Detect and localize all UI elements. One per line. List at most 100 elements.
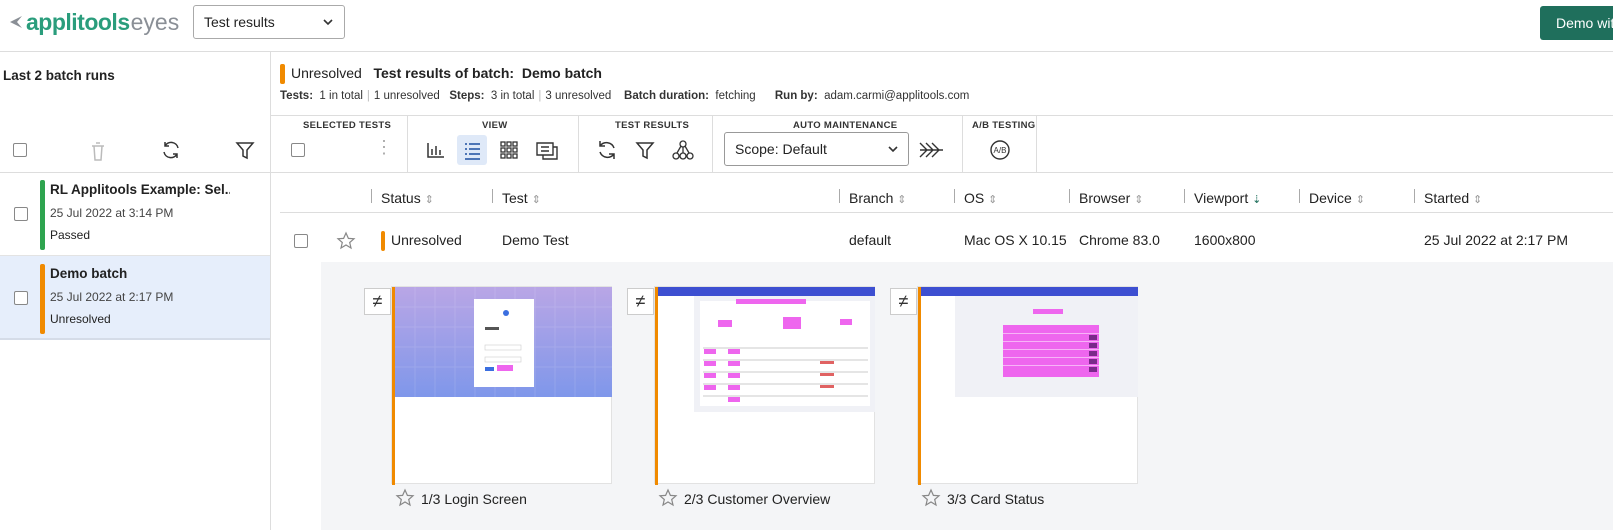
logo-icon (10, 16, 22, 28)
star-icon[interactable] (395, 488, 415, 508)
filter-icon[interactable] (234, 139, 256, 161)
column-os[interactable]: OS ⇕ (964, 190, 997, 206)
star-icon[interactable] (336, 231, 356, 251)
row-started: 25 Jul 2022 at 2:17 PM (1424, 232, 1568, 248)
batch-date: 25 Jul 2022 at 3:14 PM (50, 206, 174, 220)
logo-primary-text: applitools (26, 8, 130, 35)
batch-status: Unresolved (50, 312, 111, 326)
filter-results-icon[interactable] (630, 135, 660, 165)
column-status[interactable]: Status ⇕ (381, 190, 434, 206)
batch-name: Demo batch (50, 266, 128, 281)
row-browser: Chrome 83.0 (1079, 232, 1160, 248)
column-test[interactable]: Test ⇕ (502, 190, 541, 206)
more-options-icon[interactable]: ⋮ (375, 137, 393, 158)
grid-view-icon[interactable] (494, 135, 524, 165)
duration-label: Batch duration: (624, 90, 710, 102)
bar-chart-view-icon[interactable] (421, 135, 451, 165)
step-caption[interactable]: 2/3 Customer Overview (684, 491, 830, 507)
tests-label: Tests: (280, 90, 314, 102)
steps-unresolved: 3 unresolved (545, 90, 612, 102)
select-all-batches-checkbox[interactable] (13, 143, 27, 157)
column-started[interactable]: Started ⇕ (1424, 190, 1482, 206)
view-dropdown-value: Test results (204, 14, 275, 30)
batch-status-bar (40, 264, 45, 334)
auto-maintenance-icon[interactable] (916, 135, 946, 165)
diff-badge: ≠ (364, 288, 391, 315)
select-all-tests-checkbox[interactable] (291, 143, 305, 157)
batch-date: 25 Jul 2022 at 2:17 PM (50, 290, 174, 304)
step-caption[interactable]: 3/3 Card Status (947, 491, 1044, 507)
row-checkbox[interactable] (294, 234, 308, 248)
batch-item[interactable]: RL Applitools Example: Sel... 25 Jul 202… (0, 172, 270, 256)
diff-badge: ≠ (890, 288, 917, 315)
sort-icon: ⇕ (1473, 194, 1483, 206)
test-results-label: TEST RESULTS (615, 120, 690, 131)
chevron-down-icon (888, 146, 898, 153)
ab-testing-icon[interactable]: A/B (985, 135, 1015, 165)
run-by-label: Run by: (774, 90, 818, 102)
chevron-down-icon (323, 19, 333, 26)
sort-icon: ⇕ (424, 194, 434, 206)
list-view-icon[interactable] (457, 135, 487, 165)
column-branch[interactable]: Branch ⇕ (849, 190, 906, 206)
batch-checkbox[interactable] (14, 207, 28, 221)
step-thumbnail-1[interactable] (391, 286, 612, 485)
view-label: VIEW (482, 120, 508, 131)
steps-label: Steps: (449, 90, 485, 102)
row-test-name[interactable]: Demo Test (502, 232, 569, 248)
batch-info-line: Unresolved Test results of batch: Demo b… (291, 65, 602, 81)
logo-secondary-text: eyes (130, 8, 180, 35)
batch-stats: Tests: 1 in total | 1 unresolved Steps: 3 … (280, 90, 970, 102)
table-row[interactable] (280, 214, 1613, 264)
selected-tests-label: SELECTED TESTS (303, 120, 392, 131)
star-icon[interactable] (658, 488, 678, 508)
sort-icon: ⇕ (897, 194, 907, 206)
steps-total: 3 in total (490, 90, 535, 102)
row-status: Unresolved (391, 232, 462, 248)
step-caption[interactable]: 1/3 Login Screen (421, 491, 527, 507)
selected-tests-group: SELECTED TESTS ⋮ (271, 115, 408, 173)
batch-status: Passed (50, 228, 91, 242)
batch-name: RL Applitools Example: Sel... (50, 182, 230, 197)
tests-unresolved: 1 unresolved (373, 90, 440, 102)
sort-icon: ⇕ (1134, 194, 1144, 206)
trash-icon[interactable] (88, 140, 108, 162)
column-device[interactable]: Device ⇕ (1309, 190, 1365, 206)
ab-testing-label: A/B TESTING (972, 120, 1036, 131)
sort-icon: ⇕ (1355, 194, 1365, 206)
test-results-group: TEST RESULTS (579, 115, 713, 173)
card-status-screenshot (921, 287, 1138, 397)
diff-badge: ≠ (627, 288, 654, 315)
view-group: VIEW (408, 115, 579, 173)
batch-status-bar (40, 180, 45, 250)
batch-checkbox[interactable] (14, 291, 28, 305)
scope-dropdown[interactable]: Scope: Default (724, 132, 909, 166)
column-viewport[interactable]: Viewport ⇣ (1194, 190, 1261, 206)
auto-maintenance-label: AUTO MAINTENANCE (793, 120, 898, 131)
svg-text:A/B: A/B (994, 146, 1007, 155)
step-thumbnail-2[interactable] (654, 286, 875, 485)
ab-testing-group: A/B TESTING A/B (963, 115, 1037, 173)
login-screen-screenshot (395, 287, 612, 397)
table-header-divider (280, 212, 1613, 213)
demo-button[interactable]: Demo with (1540, 6, 1613, 40)
batch-title-name: Demo batch (521, 65, 602, 81)
customer-overview-screenshot (658, 287, 875, 412)
group-by-icon[interactable] (668, 135, 698, 165)
tests-total: 1 in total (319, 90, 363, 102)
details-view-icon[interactable] (532, 135, 562, 165)
step-thumbnail-3[interactable] (917, 286, 1138, 485)
refresh-results-icon[interactable] (592, 135, 622, 165)
star-icon[interactable] (921, 488, 941, 508)
row-os: Mac OS X 10.15 (964, 232, 1067, 248)
applitools-logo[interactable]: applitools eyes (8, 8, 179, 36)
scope-value: Scope: Default (735, 141, 827, 157)
sort-desc-icon: ⇣ (1252, 194, 1262, 206)
run-by-value: adam.carmi@applitools.com (824, 90, 970, 102)
sort-icon: ⇕ (531, 194, 541, 206)
batch-item-selected[interactable]: Demo batch 25 Jul 2022 at 2:17 PM Unreso… (0, 256, 270, 340)
duration-value: fetching (715, 90, 756, 102)
view-dropdown[interactable]: Test results (193, 5, 345, 39)
refresh-icon[interactable] (160, 139, 182, 161)
column-browser[interactable]: Browser ⇕ (1079, 190, 1143, 206)
